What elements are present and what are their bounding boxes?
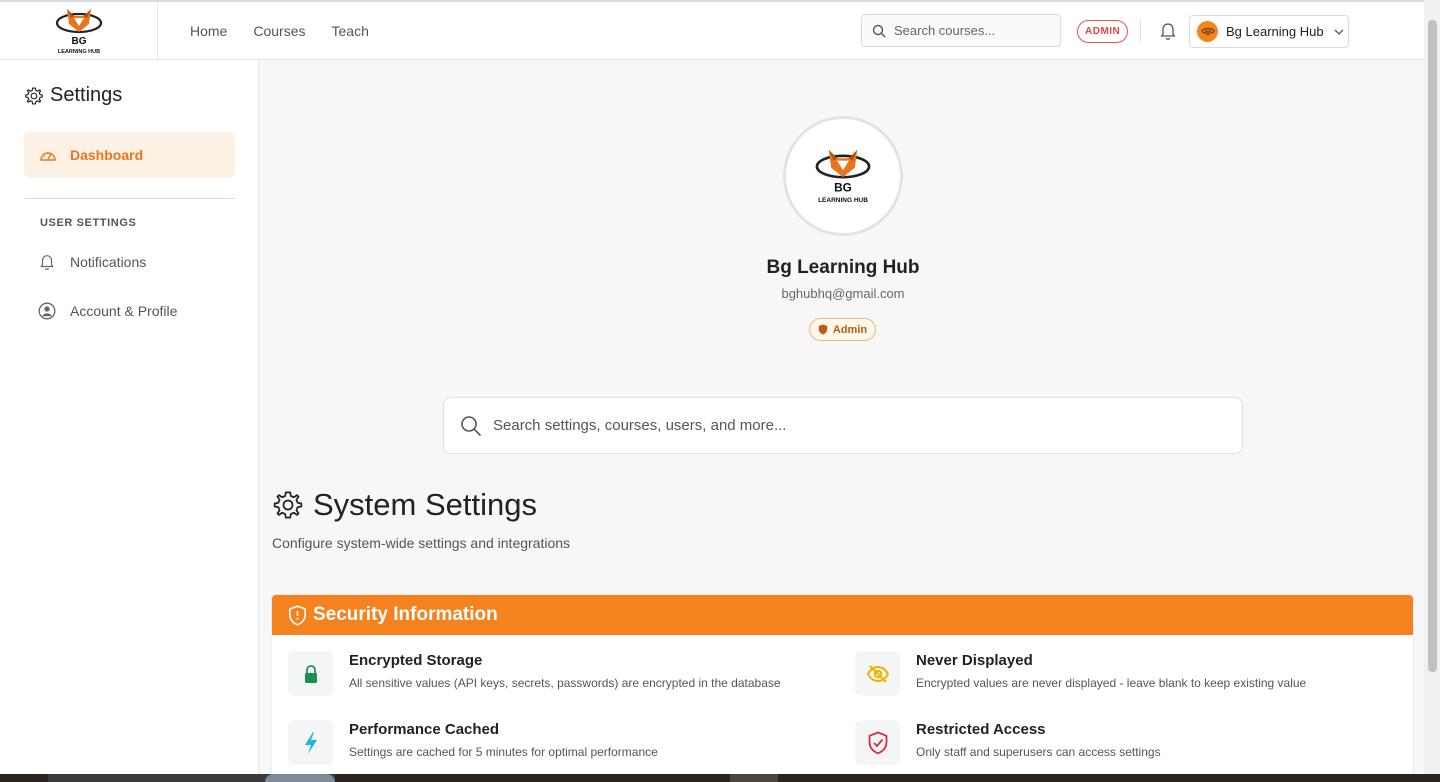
feature-description: Settings are cached for 5 minutes for op…: [349, 745, 658, 759]
svg-text:BG: BG: [71, 36, 86, 47]
svg-text:LEARNING HUB: LEARNING HUB: [818, 197, 868, 204]
course-search-box[interactable]: [861, 14, 1061, 47]
role-badge-label: Admin: [832, 323, 868, 336]
fox-logo-icon: BG LEARNING HUB: [55, 9, 102, 55]
feature-never-displayed: Never Displayed Encrypted values are nev…: [855, 651, 1306, 696]
sidebar-divider: [24, 198, 235, 199]
svg-text:LEARNING HUB: LEARNING HUB: [57, 49, 99, 55]
profile-name: Bg Learning Hub: [766, 257, 920, 278]
user-menu-dropdown[interactable]: Bg Learning Hub: [1189, 15, 1349, 48]
nav-courses-link[interactable]: Courses: [253, 23, 305, 39]
fox-avatar-icon: [1201, 26, 1214, 36]
lock-icon: [288, 651, 333, 696]
sidebar-item-label: Account & Profile: [70, 303, 178, 319]
eye-off-icon: [855, 651, 900, 696]
feature-description: All sensitive values (API keys, secrets,…: [349, 676, 781, 690]
feature-description: Encrypted values are never displayed - l…: [916, 676, 1307, 690]
sidebar-item-account-profile[interactable]: Account & Profile: [38, 302, 177, 320]
brand-logo[interactable]: BG LEARNING HUB: [0, 2, 158, 60]
sidebar-item-label: Dashboard: [70, 147, 144, 163]
main-nav: Home Courses Teach: [190, 2, 369, 60]
svg-text:BG: BG: [834, 180, 852, 194]
feature-title: Never Displayed: [916, 652, 1033, 669]
system-settings-heading: System Settings: [272, 487, 537, 523]
role-badge: Admin: [809, 318, 876, 341]
feature-performance-cached: Performance Cached Settings are cached f…: [288, 720, 658, 765]
feature-title: Encrypted Storage: [349, 652, 483, 669]
feature-description: Only staff and superusers can access set…: [916, 745, 1161, 759]
taskbar-thumbnail: [265, 774, 335, 782]
taskbar-active-app[interactable]: [730, 774, 778, 782]
global-search-input[interactable]: [493, 417, 1193, 434]
lightning-icon: [288, 720, 333, 765]
nav-teach-link[interactable]: Teach: [332, 23, 369, 39]
nav-home-link[interactable]: Home: [190, 23, 227, 39]
sidebar-title: Settings: [24, 84, 122, 107]
bell-icon: [1160, 23, 1176, 40]
top-navbar: BG LEARNING HUB Home Courses Teach ADMIN…: [0, 2, 1424, 60]
shield-alert-icon: [289, 604, 306, 626]
user-circle-icon: [38, 302, 56, 320]
dashboard-gauge-icon: [40, 152, 56, 161]
security-card-title: Security Information: [313, 604, 498, 625]
global-settings-search[interactable]: [443, 397, 1243, 454]
system-settings-title: System Settings: [313, 487, 537, 522]
sidebar-item-dashboard[interactable]: Dashboard: [24, 132, 235, 178]
user-menu-name: Bg Learning Hub: [1226, 24, 1324, 39]
user-avatar: [1197, 21, 1218, 42]
settings-sidebar: Settings Dashboard USER SETTINGS Notific…: [0, 60, 259, 782]
security-card-header: Security Information: [272, 595, 1413, 635]
os-taskbar: [0, 774, 1440, 782]
sidebar-title-text: Settings: [50, 84, 123, 106]
feature-title: Restricted Access: [916, 721, 1046, 738]
gear-icon: [25, 87, 43, 104]
header-divider: [1140, 20, 1141, 42]
fox-logo-icon: BG LEARNING HUB: [815, 149, 871, 204]
security-information-card: Security Information Encrypted Storage A…: [272, 595, 1413, 782]
feature-encrypted-storage: Encrypted Storage All sensitive values (…: [288, 651, 781, 696]
shield-icon: [818, 324, 828, 335]
system-settings-subtitle: Configure system-wide settings and integ…: [272, 535, 571, 551]
gear-icon: [273, 491, 303, 519]
profile-email: bghubhq@gmail.com: [781, 286, 905, 301]
notifications-bell-button[interactable]: [1159, 21, 1177, 46]
profile-avatar[interactable]: BG LEARNING HUB: [783, 116, 903, 236]
search-icon: [872, 24, 886, 37]
page-scrollbar-thumb[interactable]: [1428, 20, 1437, 672]
course-search-input[interactable]: [894, 23, 1044, 38]
bell-icon: [40, 255, 54, 270]
admin-badge: ADMIN: [1077, 20, 1129, 43]
search-icon: [461, 415, 482, 436]
chevron-down-icon: [1334, 29, 1344, 35]
sidebar-section-label: USER SETTINGS: [40, 217, 137, 229]
feature-title: Performance Cached: [349, 721, 500, 738]
sidebar-item-label: Notifications: [70, 254, 147, 270]
sidebar-item-notifications[interactable]: Notifications: [38, 253, 146, 271]
shield-check-icon: [855, 720, 900, 765]
feature-restricted-access: Restricted Access Only staff and superus…: [855, 720, 1161, 765]
